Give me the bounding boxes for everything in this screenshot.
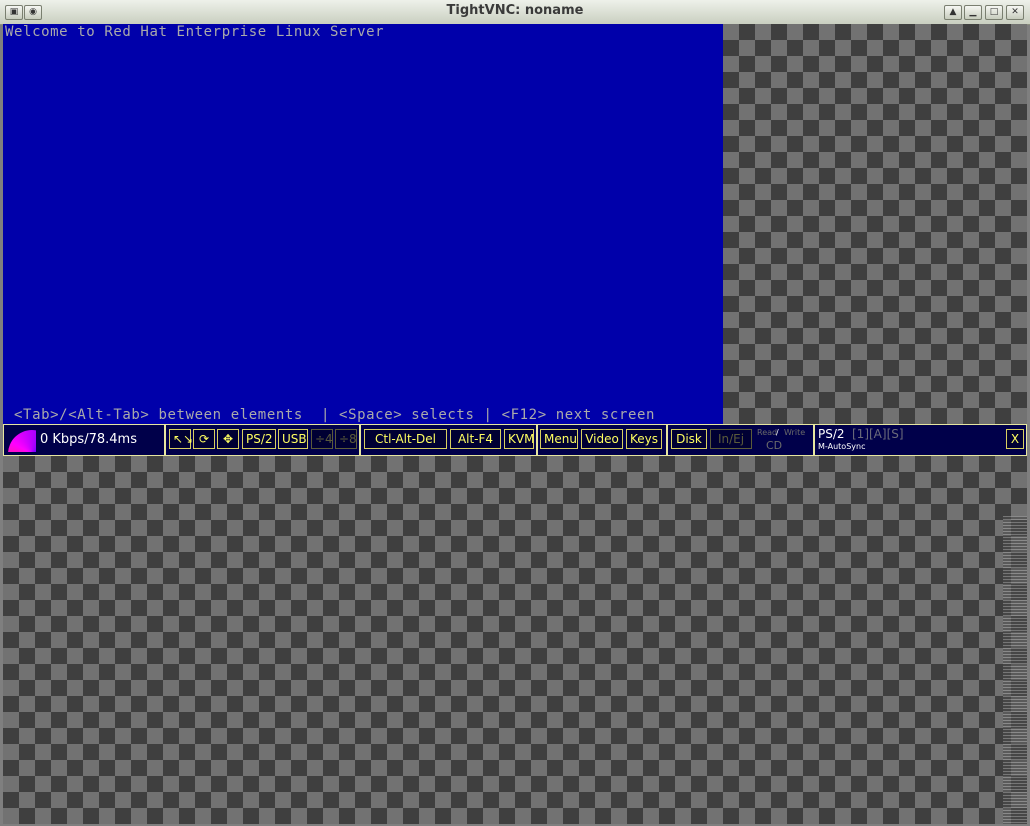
in-ej-button[interactable]: In/Ej bbox=[710, 429, 752, 449]
keys-button[interactable]: Keys bbox=[626, 429, 662, 449]
ctl-alt-del-button[interactable]: Ctl-Alt-Del bbox=[364, 429, 447, 449]
input-segment: ↖↘ ⟳ ✥ PS/2 USB ÷4 ÷8 bbox=[165, 425, 360, 455]
ps2-status: PS/2 bbox=[818, 427, 845, 441]
usb-button[interactable]: USB bbox=[278, 429, 308, 449]
video-button[interactable]: Video bbox=[581, 429, 623, 449]
div8-button[interactable]: ÷8 bbox=[335, 429, 357, 449]
bandwidth-gauge-icon bbox=[8, 428, 36, 452]
remote-framebuffer[interactable]: Welcome to Red Hat Enterprise Linux Serv… bbox=[3, 24, 1027, 824]
slash-divider: / bbox=[776, 428, 779, 437]
menu-segment: Menu Video Keys bbox=[537, 425, 667, 455]
rate-readout: 0 Kbps/78.4ms bbox=[40, 432, 137, 447]
vnc-window: ▣ ◉ TightVNC: noname ▲ ▁ □ ✕ Welcome to … bbox=[0, 0, 1030, 826]
status-segment: PS/2 [1][A][S] M-AutoSync X bbox=[814, 425, 1027, 455]
cd-label: CD bbox=[766, 439, 783, 452]
refresh-icon[interactable]: ⟳ bbox=[193, 429, 215, 449]
alt-f4-button[interactable]: Alt-F4 bbox=[450, 429, 501, 449]
console-footer: <Tab>/<Alt-Tab> between elements | <Spac… bbox=[5, 407, 656, 423]
minimize-icon[interactable]: ▁ bbox=[964, 5, 982, 20]
autosync-label: M-AutoSync bbox=[818, 442, 866, 451]
scroll-strip[interactable] bbox=[1003, 516, 1027, 824]
kvm-button[interactable]: KVM bbox=[504, 429, 534, 449]
remote-console[interactable]: Welcome to Red Hat Enterprise Linux Serv… bbox=[3, 24, 723, 424]
ps2-button[interactable]: PS/2 bbox=[242, 429, 276, 449]
read-label: Read bbox=[757, 428, 778, 437]
kvm-toolbar: 0 Kbps/78.4ms ↖↘ ⟳ ✥ PS/2 USB ÷4 ÷8 Ctl-… bbox=[3, 424, 1027, 456]
disk-segment: Disk In/Ej Read / Write CD bbox=[667, 425, 814, 455]
window-title: TightVNC: noname bbox=[446, 3, 584, 18]
div4-button[interactable]: ÷4 bbox=[311, 429, 333, 449]
keys-segment: Ctl-Alt-Del Alt-F4 KVM bbox=[360, 425, 537, 455]
move-icon[interactable]: ✥ bbox=[217, 429, 239, 449]
shade-icon[interactable]: ▲ bbox=[944, 5, 962, 20]
write-label: Write bbox=[784, 428, 806, 437]
toolbar-close-button[interactable]: X bbox=[1006, 429, 1024, 449]
maximize-icon[interactable]: □ bbox=[985, 5, 1003, 20]
console-header: Welcome to Red Hat Enterprise Linux Serv… bbox=[5, 24, 385, 40]
menu-button[interactable]: Menu bbox=[540, 429, 578, 449]
close-icon[interactable]: ✕ bbox=[1006, 5, 1024, 20]
disk-button[interactable]: Disk bbox=[671, 429, 707, 449]
rate-segment: 0 Kbps/78.4ms bbox=[3, 425, 165, 455]
ps2-flags: [1][A][S] bbox=[852, 427, 904, 441]
scale-icon[interactable]: ↖↘ bbox=[169, 429, 193, 449]
title-bar[interactable]: ▣ ◉ TightVNC: noname ▲ ▁ □ ✕ bbox=[0, 0, 1030, 25]
